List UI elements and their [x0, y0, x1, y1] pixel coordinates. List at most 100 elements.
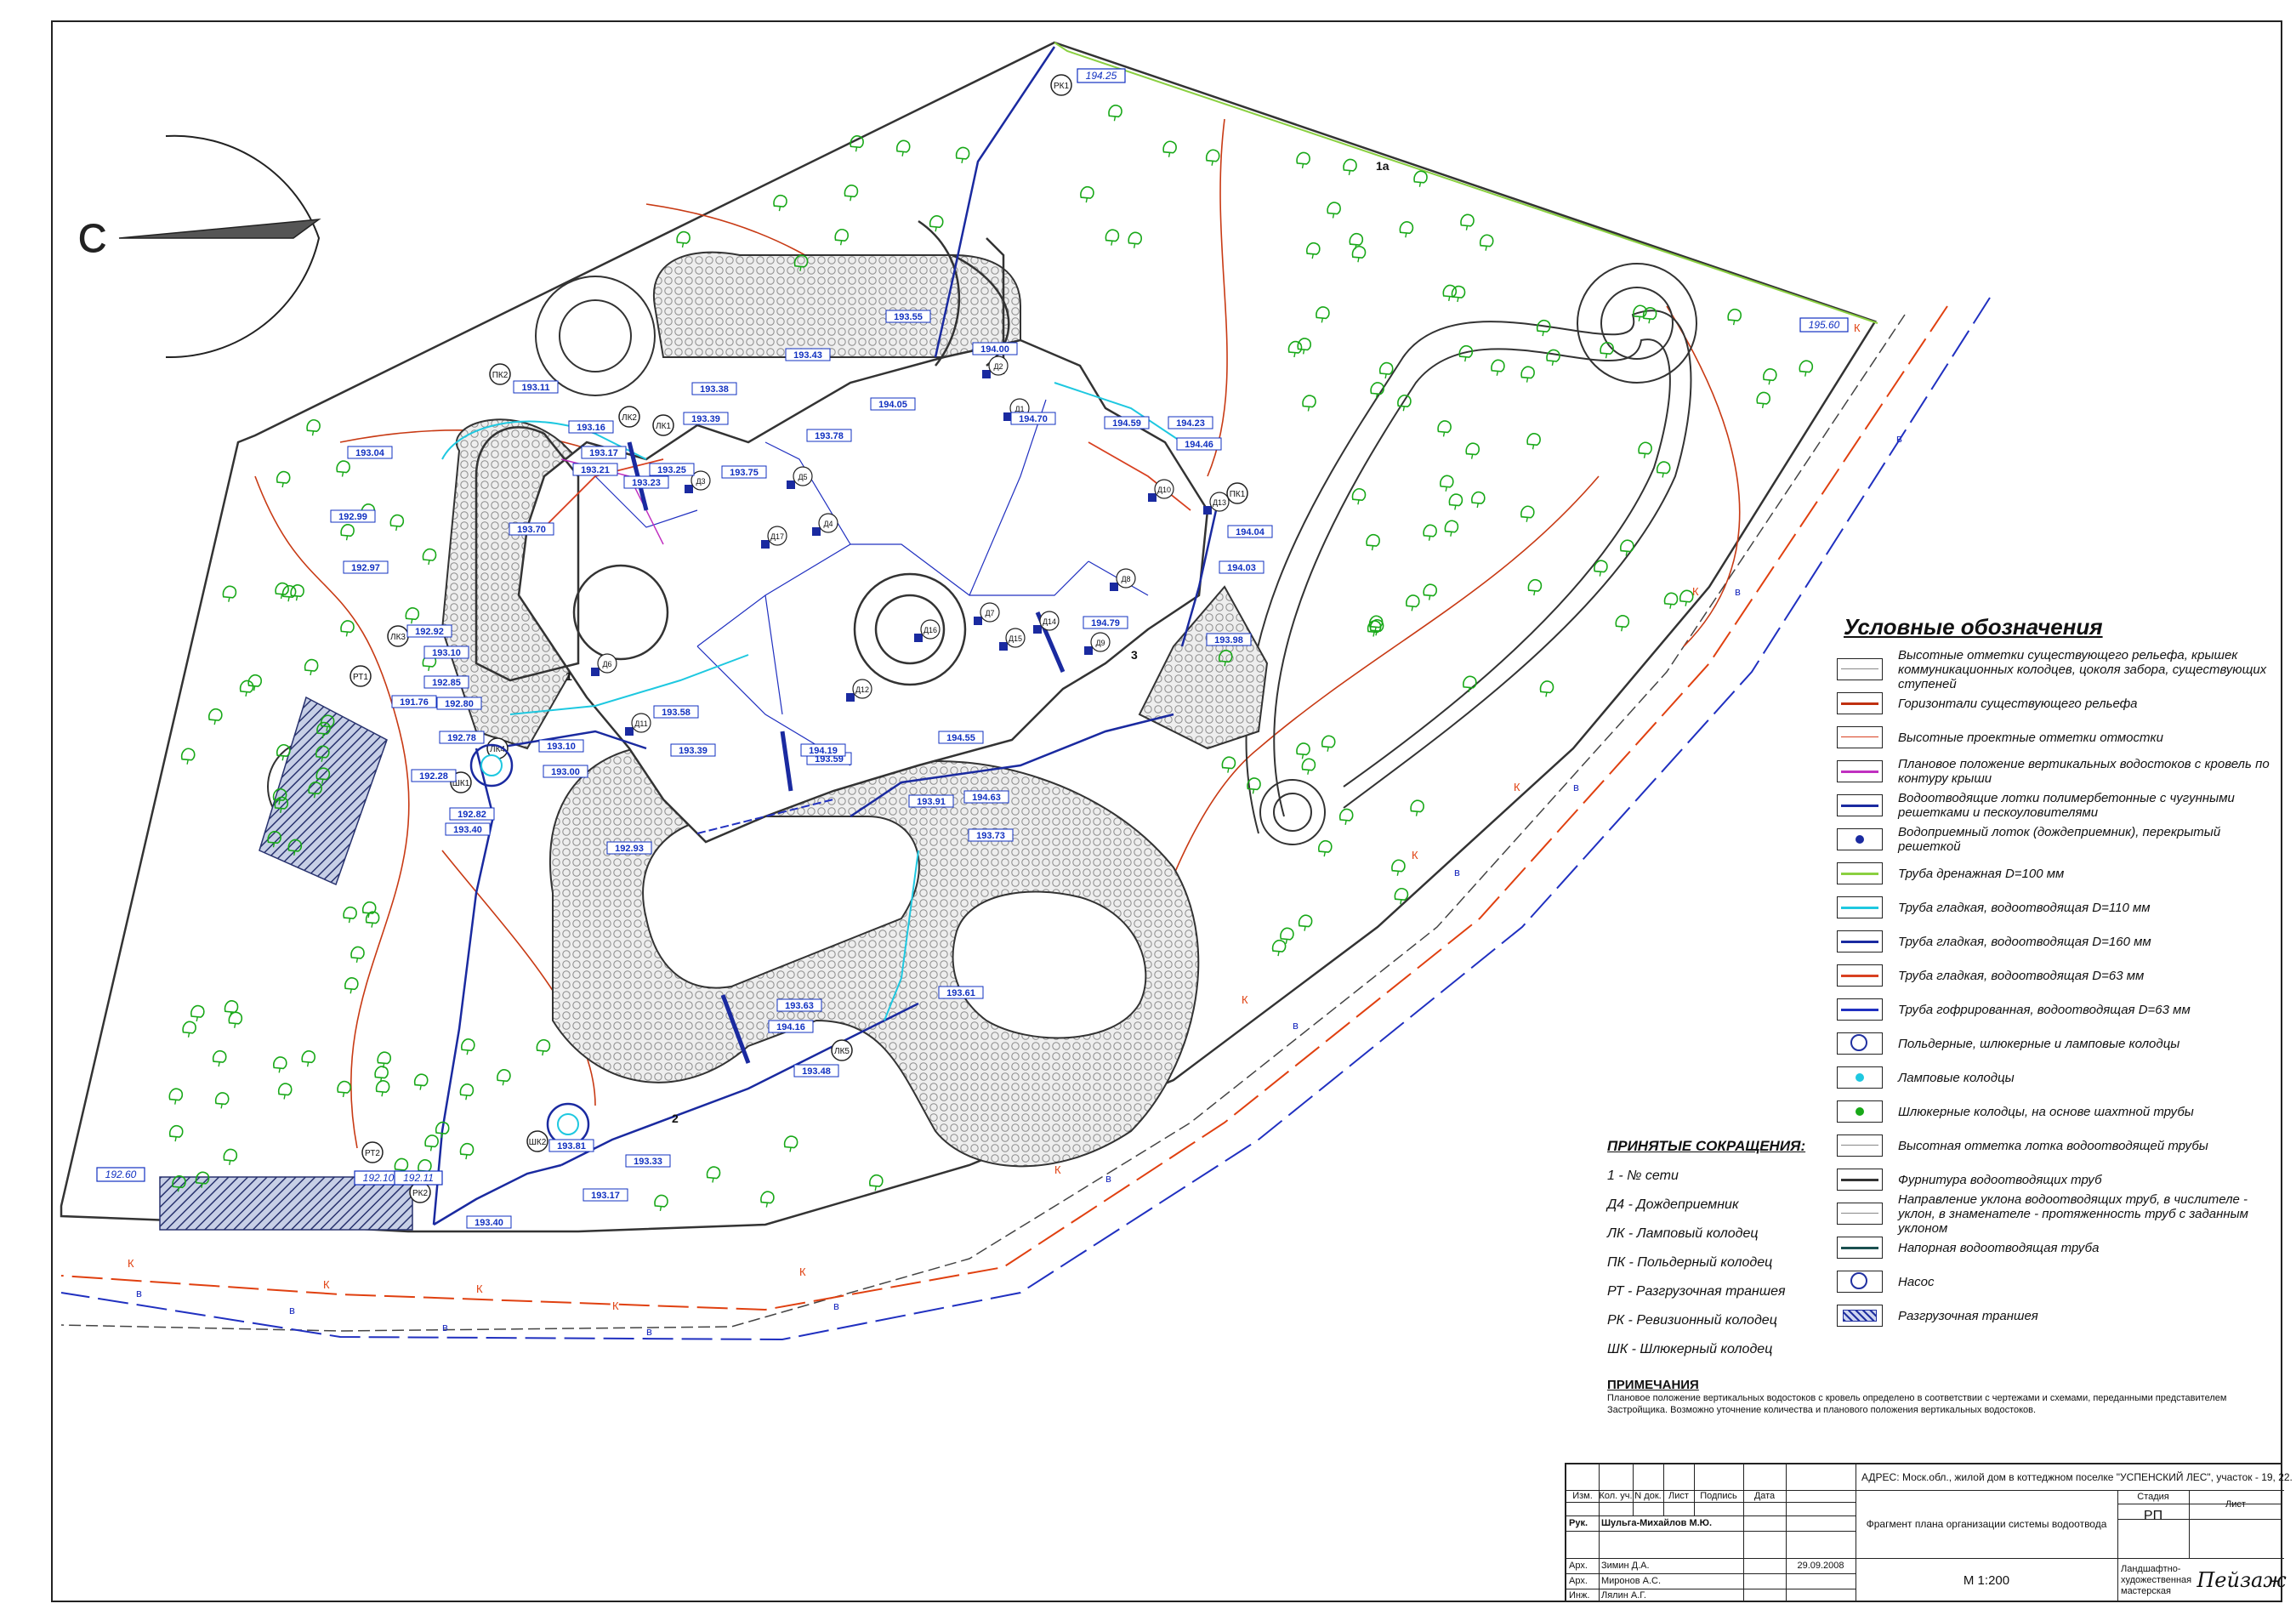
pipe-110-icon — [1837, 896, 1883, 918]
tree-icon — [1296, 151, 1310, 169]
stage-value: РП — [2143, 1509, 2163, 1523]
design-elevation-value: 194.03 — [1227, 563, 1256, 573]
abbreviation-item: Д4 - Дождеприемник — [1607, 1197, 1739, 1212]
design-elevation-mark: 194.46 — [1176, 437, 1222, 451]
sewer-letter: К — [1854, 321, 1861, 334]
tree-icon — [365, 911, 380, 928]
signatory-name: Миронов А.С. — [1601, 1576, 1662, 1586]
tree-icon — [1444, 520, 1459, 537]
signatory-date — [1786, 1589, 1856, 1602]
sewer-letter: К — [612, 1299, 619, 1312]
water-letter: в — [289, 1304, 295, 1316]
design-mark-icon — [1837, 726, 1883, 748]
tree-icon — [413, 1073, 429, 1090]
inlet-label: Д17 — [770, 532, 784, 541]
tree-icon — [1162, 140, 1177, 157]
abbreviations: ПРИНЯТЫЕ СОКРАЩЕНИЯ: 1 - № сети Д4 - Дожд… — [1607, 1138, 1862, 1371]
design-elevation-mark: 193.63 — [776, 998, 822, 1012]
design-elevation-value: 192.28 — [419, 771, 448, 782]
well-label: РК2 — [412, 1189, 428, 1198]
existing-mark-icon — [1837, 658, 1883, 680]
well-label: ЛК2 — [622, 413, 637, 423]
legend-item: Труба гладкая, водоотводящая D=160 мм — [1837, 924, 2279, 958]
design-elevation-mark: 193.25 — [649, 463, 695, 476]
stage-label: Стадия — [2137, 1492, 2169, 1502]
tree-icon — [1451, 285, 1466, 303]
signatory-date — [1786, 1515, 1856, 1531]
boundary-mark-value: 195.60 — [1809, 319, 1840, 331]
tree-icon — [1306, 242, 1321, 259]
design-elevation-mark: 192.92 — [406, 624, 452, 638]
tree-icon — [405, 607, 420, 624]
design-elevation-mark: 194.59 — [1104, 416, 1150, 429]
tree-icon — [224, 1000, 239, 1017]
boundary-mark: 192.11 — [394, 1170, 443, 1186]
design-elevation-value: 193.78 — [815, 431, 844, 441]
legend-item: Плановое положение вертикальных водосток… — [1837, 754, 2279, 788]
tree-icon — [1463, 675, 1477, 692]
tree-icon — [1763, 368, 1777, 385]
design-elevation-value: 193.75 — [730, 468, 759, 478]
signatory-role: Инж. — [1569, 1590, 1590, 1601]
tree-icon — [1410, 799, 1424, 816]
legend-label: Разгрузочная траншея — [1898, 1308, 2038, 1323]
sewer-letter: К — [1054, 1163, 1061, 1176]
design-elevation-value: 193.55 — [894, 312, 923, 322]
tree-icon — [1440, 475, 1454, 492]
design-elevation-value: 194.04 — [1236, 527, 1265, 537]
design-elevation-value: 194.23 — [1176, 418, 1205, 429]
tree-icon — [834, 229, 850, 246]
notes: ПРИМЕЧАНИЯ Плановое положение вертикальн… — [1607, 1378, 2279, 1416]
design-elevation-value: 193.61 — [946, 988, 975, 998]
tree-icon — [277, 1083, 293, 1100]
design-elevation-mark: 193.58 — [653, 705, 699, 719]
inlet-label: Д16 — [924, 626, 937, 634]
design-elevation-value: 192.82 — [457, 810, 486, 820]
tree-icon — [1600, 342, 1614, 359]
design-elevation-value: 192.93 — [615, 844, 644, 854]
studio-name: Ландшафтно- художественная мастерская — [2121, 1563, 2192, 1596]
well-label: ПК1 — [1230, 490, 1246, 499]
notes-title: ПРИМЕЧАНИЯ — [1607, 1378, 1699, 1392]
well-marker: ЛК3 — [387, 625, 409, 647]
design-elevation-value: 194.05 — [878, 400, 907, 410]
design-elevation-mark: 192.85 — [423, 675, 469, 689]
water-letter: в — [646, 1325, 652, 1338]
tree-icon — [182, 1021, 196, 1038]
design-elevation-mark: 193.78 — [806, 429, 852, 442]
sewer-letter: К — [1412, 849, 1418, 862]
water-letter: в — [833, 1299, 839, 1312]
tree-icon — [1479, 234, 1494, 251]
inlet-label: Д13 — [1213, 498, 1226, 507]
design-elevation-mark: 193.40 — [466, 1215, 512, 1229]
design-elevation-mark: 193.10 — [538, 739, 584, 753]
tree-icon — [190, 1004, 205, 1022]
inlet-label: Д11 — [634, 719, 647, 728]
design-elevation-value: 193.43 — [793, 350, 822, 361]
design-elevation-value: 193.17 — [591, 1191, 620, 1201]
design-elevation-value: 193.23 — [632, 478, 661, 488]
water-letter: в — [1896, 432, 1902, 445]
design-elevation-value: 193.11 — [521, 383, 549, 393]
design-elevation-value: 193.39 — [679, 746, 708, 756]
abbreviation-item: ПК - Польдерный колодец — [1607, 1255, 1773, 1270]
legend-item: Высотные проектные отметки отмостки — [1837, 720, 2279, 754]
design-elevation-mark: 194.05 — [870, 397, 916, 411]
legend-item: Напорная водоотводящая труба — [1837, 1231, 2279, 1265]
tree-icon — [1656, 461, 1671, 478]
tree-icon — [389, 514, 405, 532]
tree-icon — [760, 1191, 775, 1208]
signatory-name: Лялин А.Г. — [1601, 1590, 1646, 1601]
design-elevation-mark: 194.04 — [1227, 525, 1273, 538]
tree-icon — [1318, 839, 1333, 857]
legend-item: Разгрузочная траншея — [1837, 1299, 2279, 1333]
legend-label: Шлюкерные колодцы, на основе шахтной тру… — [1898, 1104, 2194, 1119]
inlet-label: Д12 — [855, 685, 869, 694]
title-block-head-cell: Лист — [1668, 1491, 1689, 1501]
tree-icon — [1663, 592, 1679, 609]
legend-item: Труба гофрированная, водоотводящая D=63 … — [1837, 992, 2279, 1026]
tree-icon — [1437, 420, 1452, 437]
legend: Условные обозначения Высотные отметки су… — [1837, 614, 2279, 1333]
design-elevation-mark: 193.81 — [548, 1139, 594, 1152]
pipe-63-icon — [1837, 964, 1883, 987]
